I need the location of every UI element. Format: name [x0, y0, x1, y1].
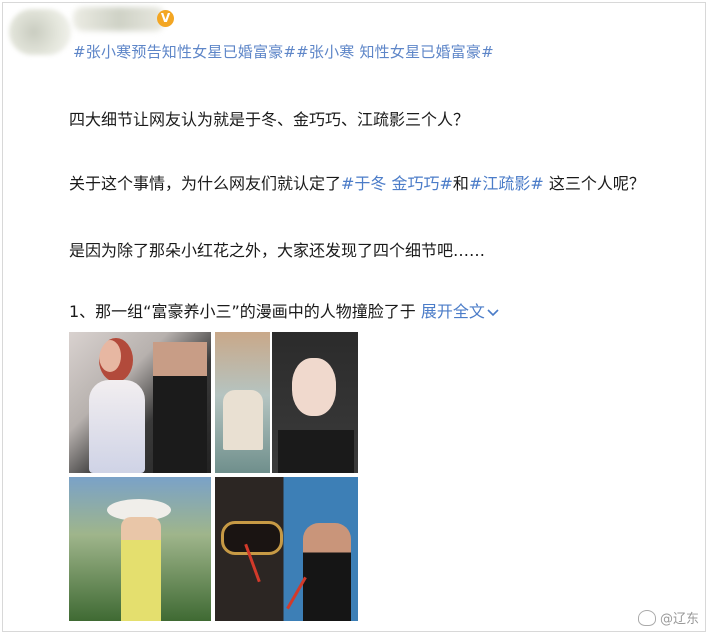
photo-2-comic[interactable] — [215, 332, 270, 473]
paragraph-2-prefix: 关于这个事情，为什么网友们就认定了 — [69, 174, 342, 193]
chevron-down-icon[interactable] — [487, 308, 499, 317]
photo-5-man — [303, 523, 351, 621]
expand-full-text-link[interactable]: 展开全文 — [421, 302, 499, 321]
topic-hashtag-line[interactable]: #张小寒预告知性女星已婚富豪##张小寒 知性女星已婚富豪# — [73, 41, 494, 62]
paragraph-2-suffix: 这三个人呢？ — [543, 174, 645, 193]
photo-5-sunglasses — [221, 521, 283, 555]
paragraph-3: 是因为除了那朵小红花之外，大家还发现了四个细节吧…… — [69, 241, 486, 260]
photo-5-closeup-arrows[interactable] — [215, 477, 358, 621]
photo-1-woman-head — [99, 338, 133, 382]
paragraph-1: 四大细节让网友认为就是于冬、金巧巧、江疏影三个人？ — [69, 110, 470, 129]
expand-label[interactable]: 展开全文 — [421, 302, 485, 321]
photo-3-face — [292, 358, 336, 416]
topic-link-jiangshuying[interactable]: #江疏影# — [469, 174, 544, 193]
author-name-blurred[interactable] — [73, 7, 165, 31]
paragraph-2-conj: 和 — [452, 174, 469, 193]
photo-4-person — [121, 517, 161, 621]
weibo-logo-icon — [637, 609, 656, 626]
photo-3-selfie[interactable] — [272, 332, 358, 473]
paragraph-4-text: 1、那一组“富豪养小三”的漫画中的人物撞脸了于 — [69, 302, 416, 321]
paragraph-4: 1、那一组“富豪养小三”的漫画中的人物撞脸了于 展开全文 — [69, 298, 499, 322]
photo-4-beach-hat[interactable] — [69, 477, 211, 621]
paragraph-2: 关于这个事情，为什么网友们就认定了#于冬 金巧巧#和#江疏影# 这三个人呢？ — [69, 170, 645, 194]
post-header: V #张小寒预告知性女星已婚富豪##张小寒 知性女星已婚富豪# — [9, 7, 699, 67]
author-avatar[interactable] — [9, 9, 71, 55]
verified-badge-icon: V — [157, 10, 174, 27]
photo-1-red-carpet[interactable] — [69, 332, 211, 473]
photo-1-man-suit — [153, 342, 207, 473]
watermark: @辽东 — [637, 608, 699, 627]
photo-2-comic-figure — [223, 390, 263, 450]
weibo-post-card: V #张小寒预告知性女星已婚富豪##张小寒 知性女星已婚富豪# 四大细节让网友认… — [2, 2, 706, 632]
watermark-text: @辽东 — [659, 612, 699, 627]
photo-3-body — [278, 430, 354, 473]
topic-link-yudong-jinqiaoqiao[interactable]: #于冬 金巧巧# — [341, 174, 453, 193]
photo-1-woman-dress — [89, 380, 145, 473]
